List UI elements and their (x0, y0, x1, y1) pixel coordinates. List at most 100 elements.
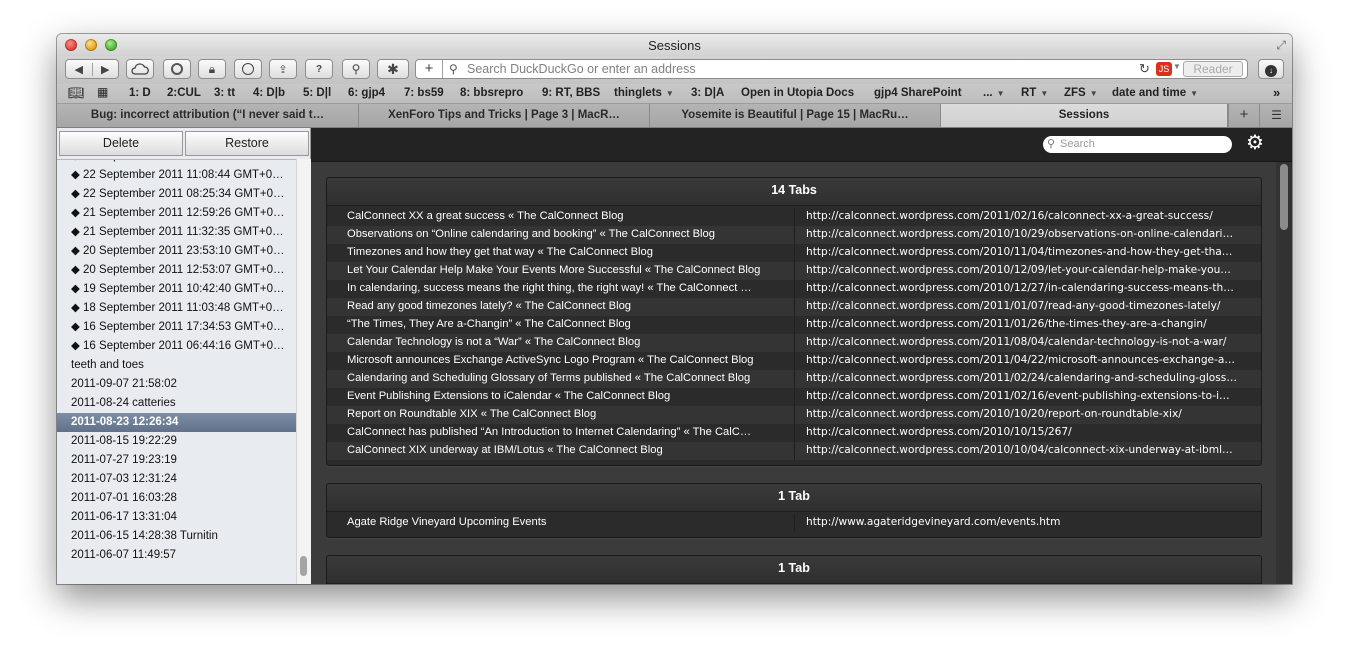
tab-row[interactable]: In calendaring, success means the right … (327, 280, 1261, 298)
tab-row[interactable]: Read any good timezones lately? « The Ca… (327, 298, 1261, 316)
reload-icon[interactable]: ↻ (1139, 61, 1150, 77)
tab-row[interactable]: Microsoft announces Exchange ActiveSync … (327, 352, 1261, 370)
top-sites-grid-icon[interactable]: ▦ (97, 85, 108, 99)
tab-title: Report on Roundtable XIX « The CalConnec… (347, 408, 597, 420)
bookmark-item[interactable]: 4: D|b (253, 87, 285, 99)
session-toolbar: ⚲ ⚙ (311, 128, 1292, 162)
tab-row[interactable]: “The Times, They Are a-Changin” « The Ca… (327, 316, 1261, 334)
tab-item[interactable]: Yosemite is Beautiful | Page 15 | MacRu… (650, 104, 941, 127)
bookmark-item[interactable]: 2:CUL (167, 87, 201, 99)
bookmarks-overflow-icon[interactable]: » (1273, 85, 1280, 100)
tab-row[interactable]: CalConnect has published “An Introductio… (327, 424, 1261, 442)
bookmark-item[interactable]: date and time ▼ (1112, 87, 1198, 99)
share-button[interactable]: ⇪ (269, 59, 297, 79)
column-divider (794, 352, 795, 370)
tab-row[interactable]: CalConnect XX a great success « The CalC… (327, 208, 1261, 226)
bookmark-item[interactable]: ... ▼ (983, 87, 1005, 99)
bookmark-item[interactable]: 3: D|A (691, 87, 724, 99)
tab-row[interactable]: Calendaring and Scheduling Glossary of T… (327, 370, 1261, 388)
tab-row[interactable]: Report on Roundtable XIX « The CalConnec… (327, 406, 1261, 424)
icloud-tabs-button[interactable] (126, 59, 154, 79)
bookmark-item[interactable]: 1: D (129, 87, 151, 99)
scrollbar-thumb[interactable] (300, 556, 307, 576)
session-list-item[interactable]: 2011-08-15 19:22:29 (57, 432, 296, 451)
sidebar-scrollbar[interactable] (296, 159, 311, 584)
session-list-item[interactable]: ◆ 20 September 2011 12:53:07 GMT+0… (57, 261, 296, 280)
session-list-item[interactable]: 2011-07-03 12:31:24 (57, 470, 296, 489)
extension-button[interactable] (163, 59, 191, 79)
session-list-item[interactable]: ◆ 18 September 2011 11:03:48 GMT+0… (57, 299, 296, 318)
tab-row[interactable]: Agate Ridge Vineyard Upcoming Events http… (327, 514, 1261, 532)
session-list-item[interactable]: 2011-06-07 11:49:57 (57, 546, 296, 565)
chevron-down-icon[interactable]: ▼ (1173, 62, 1181, 71)
content-scrollbar[interactable] (1276, 162, 1292, 584)
session-list-item[interactable]: ◆ 22 September 2011 08:25:34 GMT+0… (57, 185, 296, 204)
tab-item[interactable]: Sessions (941, 104, 1228, 127)
tab-title: In calendaring, success means the right … (347, 282, 752, 294)
session-list-item[interactable]: 2011-08-23 12:26:34 (57, 413, 296, 432)
address-input[interactable] (467, 61, 1107, 77)
session-list-item[interactable]: ◆ 16 September 2011 06:44:16 GMT+0… (57, 337, 296, 356)
tab-row[interactable]: Event Publishing Extensions to iCalendar… (327, 388, 1261, 406)
gear-icon[interactable]: ⚙ (1246, 133, 1264, 153)
scrollbar-thumb[interactable] (1280, 164, 1288, 230)
tab-row[interactable]: Calendar Technology is not a “War” « The… (327, 334, 1261, 352)
tab-item[interactable]: XenForo Tips and Tricks | Page 3 | MacR… (359, 104, 650, 127)
back-arrow-icon[interactable]: ◀ (66, 63, 92, 76)
tab-row[interactable]: Let Your Calendar Help Make Your Events … (327, 262, 1261, 280)
help-button[interactable]: ? (305, 59, 333, 79)
bookmark-item[interactable]: 5: D|l (303, 87, 331, 99)
session-list-item[interactable]: 2011-08-24 catteries (57, 394, 296, 413)
stop-button[interactable] (234, 59, 262, 79)
bookmark-item[interactable]: 3: tt (214, 87, 235, 99)
tab-item[interactable]: Bug: incorrect attribution (“I never sai… (57, 104, 359, 127)
bookmark-item[interactable]: ZFS ▼ (1064, 87, 1098, 99)
delete-button[interactable]: Delete (59, 131, 183, 156)
javascript-extension-icon[interactable]: JS (1156, 62, 1172, 76)
session-list-item[interactable]: ◆ 20 September 2011 23:53:10 GMT+0… (57, 242, 296, 261)
bookmark-item[interactable]: Open in Utopia Docs (741, 87, 854, 99)
session-search-input[interactable] (1060, 137, 1225, 151)
session-list-item[interactable]: ◆ 21 September 2011 11:32:35 GMT+0… (57, 223, 296, 242)
restore-button[interactable]: Restore (185, 131, 309, 156)
session-list-item[interactable]: 2011-06-17 13:31:04 (57, 508, 296, 527)
downloads-button[interactable]: ↓ (1258, 59, 1284, 79)
tab-row[interactable]: CalConnect XIX underway at IBM/Lotus « T… (327, 442, 1261, 460)
find-button[interactable]: ⚲ (342, 59, 370, 79)
private-browsing-button[interactable]: 🔒︎ (198, 59, 226, 79)
session-list-item[interactable]: teeth and toes (57, 356, 296, 375)
puzzle-extension-button[interactable]: ✱ (377, 59, 409, 79)
tab-title: Timezones and how they get that way « Th… (347, 246, 653, 258)
session-list-item[interactable]: ◆ 16 September 2011 17:34:53 GMT+0… (57, 318, 296, 337)
bookmark-item[interactable]: 6: gjp4 (348, 87, 385, 99)
session-list-item[interactable]: ◆ 19 September 2011 10:42:40 GMT+0… (57, 280, 296, 299)
bookmark-item[interactable]: 7: bs59 (404, 87, 444, 99)
session-list-item[interactable]: ◆ 21 September 2011 12:59:26 GMT+0… (57, 204, 296, 223)
session-list-item[interactable]: ◆ 22 September 2011 18:30:52 GMT+0… (57, 160, 296, 166)
bookmark-item[interactable]: 9: RT, BBS (542, 87, 600, 99)
tab-overview-icon[interactable]: ☰ (1259, 104, 1292, 127)
tab-row[interactable]: Timezones and how they get that way « Th… (327, 244, 1261, 262)
bookmark-item[interactable]: 8: bbsrepro (460, 87, 523, 99)
session-list-item[interactable]: 2011-07-01 16:03:28 (57, 489, 296, 508)
tab-url: http://calconnect.wordpress.com/2010/12/… (806, 282, 1234, 294)
reader-button[interactable]: Reader (1183, 61, 1243, 77)
session-list-item[interactable]: 2011-07-27 19:23:19 (57, 451, 296, 470)
bookmark-label: Open in Utopia Docs (741, 87, 855, 99)
question-icon: ? (315, 63, 323, 75)
bookmark-item[interactable]: RT ▼ (1021, 87, 1048, 99)
forward-arrow-icon[interactable]: ▶ (91, 62, 119, 76)
add-bookmark-button[interactable]: + (416, 60, 443, 78)
tab-url: http://calconnect.wordpress.com/2010/10/… (806, 228, 1234, 240)
session-list-item[interactable]: 2011-09-07 21:58:02 (57, 375, 296, 394)
new-tab-button[interactable]: + (1228, 104, 1259, 127)
session-list-item[interactable]: 2011-06-15 14:28:38 Turnitin (57, 527, 296, 546)
reading-list-icon[interactable]: 📖︎ (68, 85, 85, 101)
bookmark-item[interactable]: thinglets ▼ (614, 87, 674, 99)
tab-url: http://calconnect.wordpress.com/2010/10/… (806, 426, 1072, 438)
tab-row[interactable]: Observations on “Online calendaring and … (327, 226, 1261, 244)
bookmark-item[interactable]: gjp4 SharePoint (874, 87, 962, 99)
session-list-item[interactable]: ◆ 22 September 2011 11:08:44 GMT+0… (57, 166, 296, 185)
fullscreen-icon[interactable]: ⤢ (1276, 38, 1286, 53)
sessions-sidebar: Delete Restore ◆ 22 September 2011 18:30… (57, 128, 311, 584)
